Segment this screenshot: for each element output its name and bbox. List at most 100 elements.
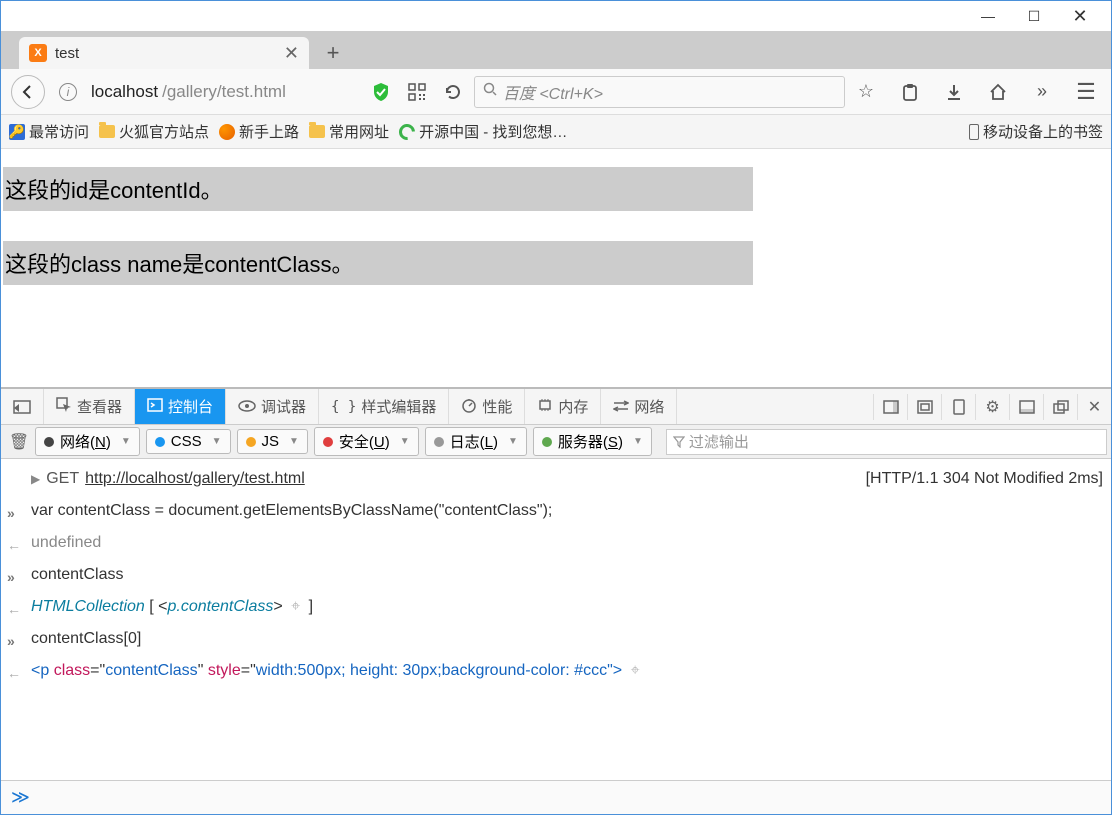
devtools-tab-style[interactable]: { } 样式编辑器 <box>319 389 449 424</box>
console-network-row[interactable]: ▶ GET http://localhost/gallery/test.html… <box>1 463 1111 495</box>
console-output-row: <p class="contentClass" style="width:500… <box>1 655 1111 687</box>
debugger-icon <box>238 399 256 415</box>
responsive-icon[interactable] <box>941 394 967 420</box>
devtools-toggle-frame[interactable] <box>1 389 44 424</box>
target-icon[interactable]: ⌖ <box>631 662 640 679</box>
devtools-right-buttons: ⚙ ✕ <box>865 389 1111 424</box>
funnel-icon <box>673 436 685 448</box>
dot-icon <box>44 437 54 447</box>
devtools-tab-memory[interactable]: 内存 <box>525 389 601 424</box>
window-minimize-button[interactable]: — <box>965 2 1011 30</box>
chevron-down-icon: ▼ <box>212 436 222 447</box>
window-maximize-button[interactable]: ☐ <box>1011 2 1057 30</box>
tab-label: 性能 <box>482 396 512 417</box>
console-code: var contentClass = document.getElementsB… <box>31 499 552 523</box>
bookmark-star-icon[interactable]: ☆ <box>851 77 881 107</box>
memory-icon <box>537 398 553 415</box>
shield-icon[interactable] <box>366 77 396 107</box>
filter-log[interactable]: 日志(L) ▼ <box>425 427 527 456</box>
console-output-row: HTMLCollection [ <p.contentClass> ⌖ ] <box>1 591 1111 623</box>
dot-icon <box>434 437 444 447</box>
filter-label: 日志(L) <box>450 431 498 452</box>
back-button[interactable] <box>11 75 45 109</box>
popout-icon[interactable] <box>1043 394 1069 420</box>
menu-hamburger-icon[interactable]: ☰ <box>1071 77 1101 107</box>
search-box[interactable]: 百度 <Ctrl+K> <box>474 76 845 108</box>
filter-server[interactable]: 服务器(S) ▼ <box>533 427 652 456</box>
oschina-icon <box>396 120 419 143</box>
console-code: contentClass[0] <box>31 627 141 651</box>
target-icon[interactable]: ⌖ <box>291 598 300 615</box>
console-output[interactable]: ▶ GET http://localhost/gallery/test.html… <box>1 459 1111 780</box>
devtools-tab-console[interactable]: 控制台 <box>135 389 226 424</box>
bookmark-label: 火狐官方站点 <box>119 121 209 142</box>
filter-js[interactable]: JS ▼ <box>237 429 308 454</box>
tab-close-button[interactable]: ✕ <box>284 43 299 64</box>
filter-css[interactable]: CSS ▼ <box>146 429 231 454</box>
firefox-icon <box>219 124 235 140</box>
filter-label: JS <box>262 433 280 450</box>
page-content: 这段的id是contentId。 这段的class name是contentCl… <box>1 149 1111 387</box>
bookmark-firefox-official[interactable]: 火狐官方站点 <box>99 121 209 142</box>
console-prompt[interactable]: ≫ <box>1 780 1111 814</box>
console-filter-input[interactable]: 过滤输出 <box>666 429 1107 455</box>
chevron-down-icon: ▼ <box>121 436 131 447</box>
toolbar-right-icons: ☆ » ☰ <box>851 77 1101 107</box>
devtools-close-icon[interactable]: ✕ <box>1077 394 1103 420</box>
console-input-row: var contentClass = document.getElementsB… <box>1 495 1111 527</box>
folder-icon <box>99 125 115 138</box>
bookmark-common-urls[interactable]: 常用网址 <box>309 121 389 142</box>
http-url[interactable]: http://localhost/gallery/test.html <box>85 467 305 491</box>
filter-network[interactable]: 网络(N) ▼ <box>35 427 140 456</box>
new-tab-button[interactable]: + <box>317 37 349 69</box>
url-box[interactable]: i localhost/gallery/test.html <box>51 75 294 109</box>
console-result: undefined <box>31 531 101 555</box>
console-result: <p class="contentClass" style="width:500… <box>31 659 644 683</box>
devtools-tab-performance[interactable]: 性能 <box>449 389 525 424</box>
search-placeholder: 百度 <Ctrl+K> <box>503 80 603 104</box>
url-path: /gallery/test.html <box>162 82 286 102</box>
filter-label: 服务器(S) <box>558 431 623 452</box>
expand-triangle-icon[interactable]: ▶ <box>31 467 40 491</box>
filter-security[interactable]: 安全(U) ▼ <box>314 427 419 456</box>
dock-side-icon[interactable] <box>873 394 899 420</box>
qr-icon[interactable] <box>402 77 432 107</box>
devtools-tab-debugger[interactable]: 调试器 <box>226 389 319 424</box>
tab-label: 样式编辑器 <box>361 396 436 417</box>
performance-icon <box>461 397 477 416</box>
devtools-panel: 查看器 控制台 调试器 { } 样式编辑器 <box>1 387 1111 814</box>
dock-bottom-icon[interactable] <box>1009 394 1035 420</box>
folder-icon <box>309 125 325 138</box>
clear-console-button[interactable]: 🗑 <box>5 432 33 452</box>
console-filter-row: 🗑 网络(N) ▼ CSS ▼ JS ▼ 安全(U) ▼ <box>1 425 1111 459</box>
console-input-row: contentClass[0] <box>1 623 1111 655</box>
downloads-icon[interactable] <box>939 77 969 107</box>
settings-gear-icon[interactable]: ⚙ <box>975 394 1001 420</box>
chevron-down-icon: ▼ <box>633 436 643 447</box>
dot-icon <box>246 437 256 447</box>
bookmark-mobile[interactable]: 移动设备上的书签 <box>969 121 1103 142</box>
tab-label: 控制台 <box>168 396 213 417</box>
paragraph-content-class: 这段的class name是contentClass。 <box>3 241 753 285</box>
search-icon <box>483 82 497 101</box>
site-info-icon[interactable]: i <box>59 83 77 101</box>
overflow-icon[interactable]: » <box>1027 77 1057 107</box>
bookmark-oschina[interactable]: 开源中国 - 找到您想… <box>399 121 567 142</box>
home-icon[interactable] <box>983 77 1013 107</box>
chevron-down-icon: ▼ <box>289 436 299 447</box>
phone-icon <box>969 124 979 140</box>
bookmark-label: 开源中国 - 找到您想… <box>419 121 567 142</box>
window-close-button[interactable]: ✕ <box>1057 2 1103 30</box>
chevron-down-icon: ▼ <box>508 436 518 447</box>
devtools-tab-inspector[interactable]: 查看器 <box>44 389 135 424</box>
bookmark-label: 最常访问 <box>29 121 89 142</box>
browser-tab[interactable]: X test ✕ <box>19 37 309 69</box>
bookmark-most-visited[interactable]: 🔑 最常访问 <box>9 121 89 142</box>
filter-label: 网络(N) <box>60 431 111 452</box>
clipboard-icon[interactable] <box>895 77 925 107</box>
devtools-tab-network[interactable]: 网络 <box>601 389 677 424</box>
dot-icon <box>155 437 165 447</box>
reload-button[interactable] <box>438 77 468 107</box>
dock-window-icon[interactable] <box>907 394 933 420</box>
bookmark-getting-started[interactable]: 新手上路 <box>219 121 299 142</box>
